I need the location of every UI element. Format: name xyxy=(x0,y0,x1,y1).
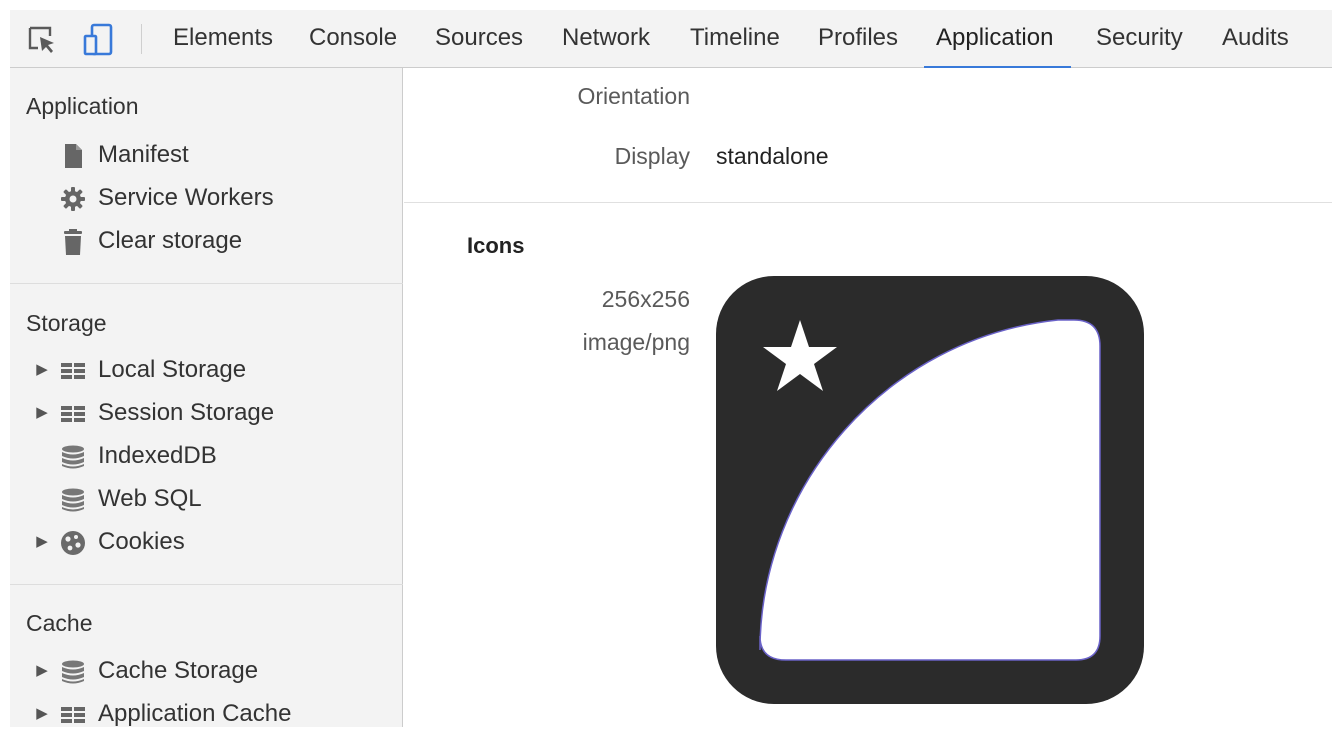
devtools-toolbar: Elements Console Sources Network Timelin… xyxy=(10,10,1332,69)
tab-console[interactable]: Console xyxy=(309,10,397,68)
icon-size-label: 256x256 xyxy=(601,286,690,312)
database-icon xyxy=(60,444,86,470)
icons-section-title: Icons xyxy=(467,233,525,258)
devtools-window: Elements Console Sources Network Timelin… xyxy=(0,0,1332,727)
tab-sources[interactable]: Sources xyxy=(435,10,523,68)
tab-profiles[interactable]: Profiles xyxy=(818,10,898,68)
tab-elements[interactable]: Elements xyxy=(173,10,273,68)
tab-security[interactable]: Security xyxy=(1096,10,1183,68)
tab-timeline[interactable]: Timeline xyxy=(690,10,780,68)
display-label: Display xyxy=(614,143,690,169)
inspect-element-icon[interactable] xyxy=(24,22,60,58)
sidebar-divider xyxy=(10,584,403,585)
sidebar-item-clear-storage[interactable]: Clear storage xyxy=(10,222,403,260)
expand-arrow-icon[interactable]: ▶ xyxy=(34,695,50,733)
sidebar-item-label: Cache Storage xyxy=(98,657,259,684)
expand-arrow-icon[interactable]: ▶ xyxy=(34,351,50,389)
sidebar-item-cache-storage[interactable]: ▶ Cache Storage xyxy=(10,652,403,690)
app-icon-image xyxy=(716,276,1144,704)
cookie-icon xyxy=(60,530,86,556)
display-value: standalone xyxy=(716,143,829,169)
section-title-application: Application xyxy=(26,93,139,119)
expand-arrow-icon[interactable]: ▶ xyxy=(34,652,50,690)
tab-application[interactable]: Application xyxy=(923,10,1072,69)
database-icon xyxy=(60,659,86,685)
sidebar-item-label: Local Storage xyxy=(98,356,247,383)
orientation-label: Orientation xyxy=(577,83,690,109)
expand-arrow-icon[interactable]: ▶ xyxy=(34,523,50,561)
database-icon xyxy=(60,487,86,513)
grid-icon xyxy=(60,702,86,728)
toolbar-divider xyxy=(141,24,142,54)
manifest-panel: Orientation Display standalone Icons 256… xyxy=(404,68,1332,727)
sidebar-item-indexeddb[interactable]: IndexedDB xyxy=(10,437,403,475)
grid-icon xyxy=(60,358,86,384)
sidebar-item-label: Application Cache xyxy=(98,700,292,727)
sidebar-item-label: Clear storage xyxy=(98,227,243,254)
expand-arrow-icon[interactable]: ▶ xyxy=(34,394,50,432)
section-divider xyxy=(404,202,1332,203)
sidebar-item-label: Manifest xyxy=(98,141,189,168)
gear-icon xyxy=(60,186,86,212)
sidebar-item-cookies[interactable]: ▶ Cookies xyxy=(10,523,403,561)
sidebar-item-label: Cookies xyxy=(98,528,185,555)
sidebar-divider xyxy=(10,283,403,284)
sidebar-item-label: Session Storage xyxy=(98,399,275,426)
tab-audits[interactable]: Audits xyxy=(1222,10,1289,68)
sidebar-item-manifest[interactable]: Manifest xyxy=(10,136,403,174)
tab-network[interactable]: Network xyxy=(562,10,650,68)
document-icon xyxy=(60,143,86,169)
device-mode-icon[interactable] xyxy=(80,22,116,58)
sidebar-item-label: Service Workers xyxy=(98,184,274,211)
trash-icon xyxy=(60,229,86,255)
section-title-storage: Storage xyxy=(26,310,107,336)
section-title-cache: Cache xyxy=(26,610,93,636)
sidebar-item-application-cache[interactable]: ▶ Application Cache xyxy=(10,695,403,733)
grid-icon xyxy=(60,401,86,427)
icon-type-label: image/png xyxy=(582,329,690,355)
sidebar-item-label: IndexedDB xyxy=(98,442,217,469)
sidebar-item-session-storage[interactable]: ▶ Session Storage xyxy=(10,394,403,432)
application-sidebar: Application Manifest Service Workers Cle… xyxy=(10,68,403,727)
sidebar-item-local-storage[interactable]: ▶ Local Storage xyxy=(10,351,403,389)
sidebar-item-label: Web SQL xyxy=(98,485,202,512)
sidebar-item-service-workers[interactable]: Service Workers xyxy=(10,179,403,217)
sidebar-item-web-sql[interactable]: Web SQL xyxy=(10,480,403,518)
